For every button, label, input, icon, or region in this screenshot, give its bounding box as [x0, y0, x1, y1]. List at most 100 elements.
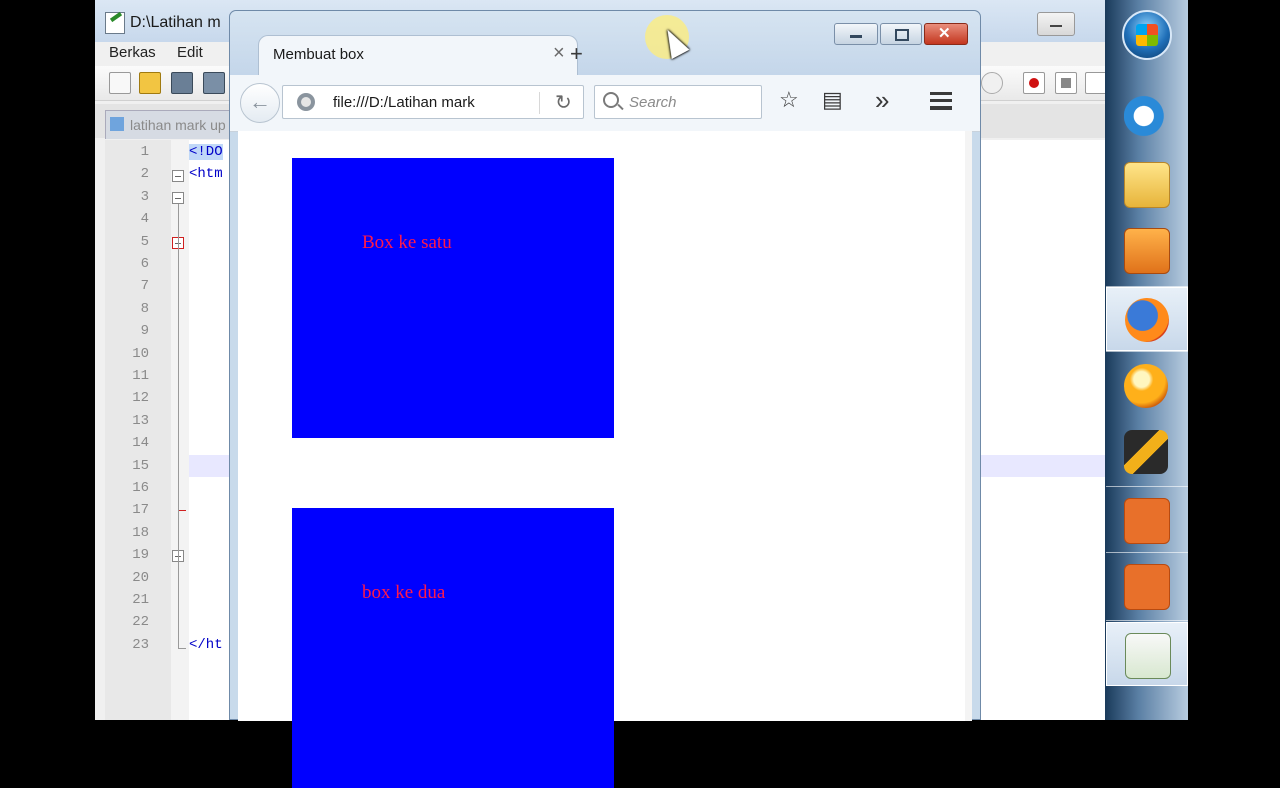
line-number: 14	[132, 435, 149, 451]
firefox-icon	[1125, 298, 1169, 342]
minimize-button[interactable]	[834, 23, 878, 45]
notepadpp-icon	[1125, 633, 1171, 679]
file-explorer-icon	[1124, 162, 1170, 208]
url-text: file:///D:/Latihan mark	[333, 94, 475, 111]
media-player-icon	[1124, 228, 1170, 274]
taskbar-item-screenshot[interactable]	[1106, 554, 1188, 618]
line-number: 23	[132, 637, 149, 653]
bookmark-star-icon[interactable]: ☆	[779, 87, 799, 113]
taskbar-item-media[interactable]	[1106, 218, 1188, 282]
line-number: 3	[140, 189, 149, 205]
play-macro-icon[interactable]	[1085, 72, 1105, 94]
taskbar-item-burner[interactable]	[1106, 354, 1188, 418]
menu-icon[interactable]	[930, 92, 952, 110]
taskbar-item-recorder[interactable]	[1106, 488, 1188, 552]
line-number: 20	[132, 570, 149, 586]
menu-berkas[interactable]: Berkas	[109, 44, 156, 61]
start-orb-icon[interactable]	[1122, 10, 1172, 60]
open-folder-icon[interactable]	[139, 72, 161, 94]
fold-toggle[interactable]	[172, 170, 184, 182]
search-placeholder: Search	[629, 94, 677, 111]
taskbar-item-explorer[interactable]	[1106, 152, 1188, 216]
line-number: 13	[132, 413, 149, 429]
line-number: 16	[132, 480, 149, 496]
editor-file-tab[interactable]: latihan mark up	[105, 110, 247, 139]
maximize-button[interactable]	[880, 23, 922, 45]
taskbar-item-ie[interactable]	[1106, 84, 1188, 148]
box-one: Box ke satu	[292, 158, 614, 438]
line-number: 18	[132, 525, 149, 541]
line-number: 11	[132, 368, 149, 384]
tab-close-icon[interactable]: ×	[553, 42, 565, 65]
browser-window: Membuat box × + ← file:///D:/Latihan mar…	[229, 10, 981, 788]
line-number: 8	[140, 301, 149, 317]
fold-toggle[interactable]	[172, 192, 184, 204]
line-number: 17	[132, 502, 149, 518]
screenshot-icon	[1124, 564, 1170, 610]
line-number: 10	[132, 346, 149, 362]
internet-explorer-icon	[1124, 94, 1168, 138]
overflow-icon[interactable]: »	[875, 85, 889, 116]
browser-tabstrip: Membuat box × +	[230, 11, 980, 75]
reload-icon[interactable]: ↻	[555, 90, 572, 115]
editor-tab-label: latihan mark up	[130, 117, 226, 133]
taskbar-item-winamp[interactable]	[1106, 420, 1188, 484]
editor-title: D:\Latihan m	[130, 14, 221, 31]
taskbar-separator	[1106, 620, 1188, 621]
line-number: 2	[140, 166, 149, 182]
fold-line	[178, 648, 186, 649]
file-tab-icon	[110, 117, 124, 131]
notepadpp-app-icon	[105, 12, 125, 34]
new-tab-button[interactable]: +	[570, 41, 583, 67]
line-number: 6	[140, 256, 149, 272]
line-number: 4	[140, 211, 149, 227]
line-number: 9	[140, 323, 149, 339]
tab-title: Membuat box	[273, 46, 364, 63]
box-one-label: Box ke satu	[362, 232, 452, 253]
url-separator	[539, 92, 540, 114]
record-macro-icon[interactable]	[1023, 72, 1045, 94]
back-button[interactable]: ←	[240, 83, 280, 123]
search-input[interactable]: Search	[594, 85, 762, 119]
site-identity-icon[interactable]	[297, 93, 315, 111]
line-number: 7	[140, 278, 149, 294]
box-two-label: box ke dua	[362, 582, 446, 603]
line-number: 1	[140, 144, 149, 160]
code-line: <!DO	[189, 144, 223, 160]
save-icon[interactable]	[171, 72, 193, 94]
cd-burner-icon	[1124, 364, 1168, 408]
close-button[interactable]	[924, 23, 968, 45]
taskbar-separator	[1106, 351, 1188, 352]
save-all-icon[interactable]	[203, 72, 225, 94]
editor-minimize-button[interactable]	[1037, 12, 1075, 36]
stop-macro-icon[interactable]	[1055, 72, 1077, 94]
winamp-icon	[1124, 430, 1168, 474]
fold-line	[178, 204, 179, 648]
library-icon[interactable]: ▤	[822, 87, 843, 113]
browser-navbar: ← file:///D:/Latihan mark ↻ Search ☆ ▤ »	[230, 75, 980, 132]
box-two: box ke dua	[292, 508, 614, 788]
line-number: 22	[132, 614, 149, 630]
page-scrollbar[interactable]	[965, 131, 972, 721]
menu-edit[interactable]: Edit	[177, 44, 203, 61]
code-line: <htm	[189, 166, 223, 182]
view-icon[interactable]	[981, 72, 1003, 94]
page-content: Box ke satu box ke dua	[238, 131, 972, 788]
url-bar[interactable]: file:///D:/Latihan mark ↻	[282, 85, 584, 119]
new-file-icon[interactable]	[109, 72, 131, 94]
line-number: 5	[140, 234, 149, 250]
browser-tab[interactable]: Membuat box ×	[258, 35, 578, 75]
screen-recorder-icon	[1124, 498, 1170, 544]
fold-line	[178, 510, 186, 511]
fold-margin	[171, 140, 189, 720]
code-line: </ht	[189, 637, 223, 653]
search-icon	[603, 92, 619, 108]
taskbar-item-notepadpp[interactable]	[1106, 622, 1188, 686]
line-number: 12	[132, 390, 149, 406]
line-number: 21	[132, 592, 149, 608]
taskbar-separator	[1106, 552, 1188, 553]
taskbar-item-firefox[interactable]	[1106, 287, 1188, 351]
line-number: 15	[132, 458, 149, 474]
line-number: 19	[132, 547, 149, 563]
taskbar-separator	[1106, 486, 1188, 487]
